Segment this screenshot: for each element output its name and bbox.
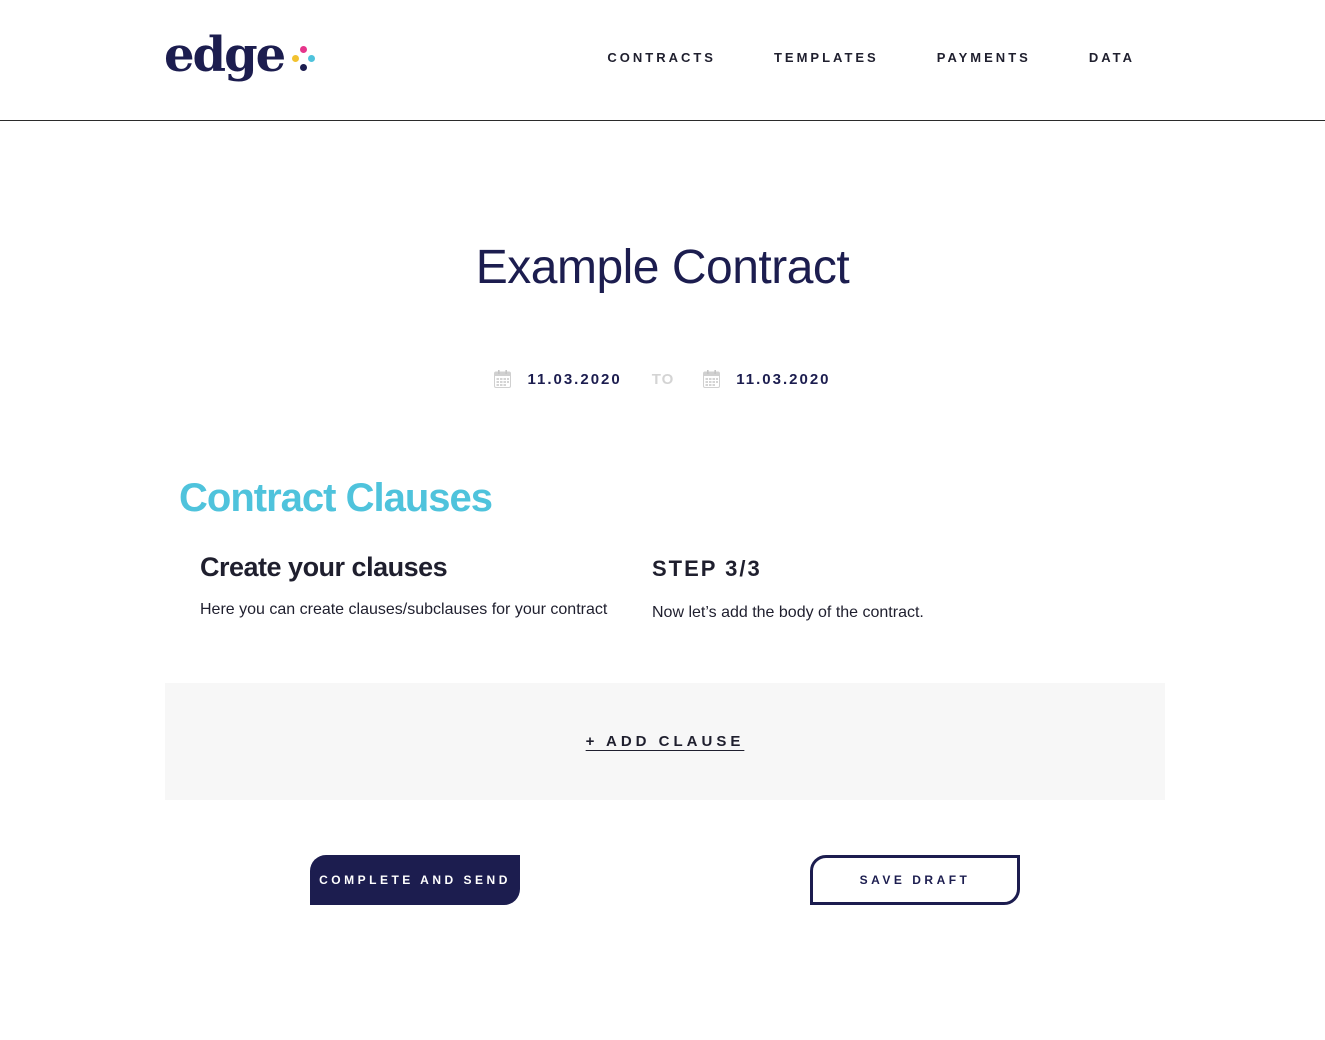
date-separator: TO [651, 370, 675, 388]
add-clause-button[interactable]: + ADD CLAUSE [586, 733, 745, 750]
step-indicator: STEP 3/3 [652, 556, 762, 581]
logo-dot-pink [300, 46, 308, 53]
start-date-value: 11.03.2020 [527, 370, 622, 388]
logo-dot-cyan [308, 55, 316, 62]
end-date-picker[interactable]: 11.03.2020 [703, 370, 830, 388]
clauses-subheading: Create your clauses [200, 552, 448, 582]
save-draft-button[interactable]: SAVE DRAFT [810, 855, 1020, 905]
top-header: edge CONTRACTS TEMPLATES PAYMENTS DATA [0, 0, 1325, 121]
logo-dots-icon [290, 46, 316, 76]
calendar-icon [494, 370, 512, 388]
logo-dot-yellow [292, 55, 300, 62]
nav-item-payments[interactable]: PAYMENTS [937, 50, 1031, 65]
nav-item-data[interactable]: DATA [1089, 50, 1135, 65]
calendar-icon [703, 370, 721, 388]
clauses-description: Here you can create clauses/subclauses f… [200, 601, 608, 618]
edge-logo[interactable]: edge [164, 26, 316, 86]
end-date-value: 11.03.2020 [736, 370, 831, 388]
clause-list-panel: + ADD CLAUSE [165, 683, 1165, 800]
complete-and-send-button[interactable]: COMPLETE AND SEND [310, 855, 520, 905]
contract-date-range: 11.03.2020 TO 11.03.2020 [0, 370, 1325, 388]
section-heading: Contract Clauses [179, 476, 493, 520]
nav-item-templates[interactable]: TEMPLATES [774, 50, 879, 65]
page-title: Example Contract [475, 241, 850, 294]
step-description: Now let’s add the body of the contract. [652, 604, 924, 621]
logo-wordmark: edge [164, 27, 286, 83]
clauses-intro: Create your clauses Here you can create … [200, 552, 607, 619]
main-nav: CONTRACTS TEMPLATES PAYMENTS DATA [549, 50, 1135, 65]
start-date-picker[interactable]: 11.03.2020 [494, 370, 621, 388]
nav-item-contracts[interactable]: CONTRACTS [607, 50, 716, 65]
step-info: STEP 3/3 Now let’s add the body of the c… [652, 552, 924, 622]
logo-dot-navy [300, 64, 308, 71]
